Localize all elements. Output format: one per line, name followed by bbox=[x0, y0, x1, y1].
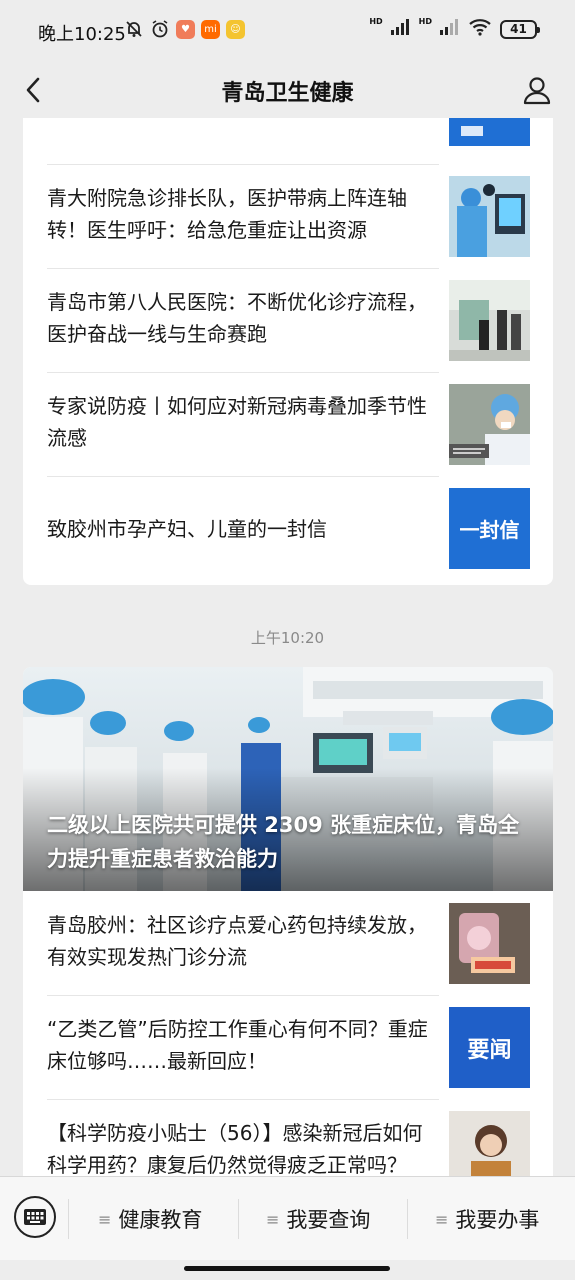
list-item[interactable]: 青岛胶州：社区诊疗点爱心药包持续发放，有效实现发热门诊分流 bbox=[47, 891, 532, 995]
list-item[interactable]: 青大附院急诊排长队，医护带病上阵连轴转！医生呼吁：给急危重症让出资源 bbox=[47, 164, 532, 268]
profile-button[interactable] bbox=[515, 68, 559, 112]
mascot-app-icon: ☺ bbox=[226, 19, 245, 39]
menu-health-education[interactable]: ≡ 健康教育 bbox=[98, 1199, 202, 1239]
article-title: 青大附院急诊排长队，医护带病上阵连轴转！医生呼吁：给急危重症让出资源 bbox=[47, 186, 407, 242]
status-bar: 晚上10:25 ♥ mi ☺ HD HD 41 bbox=[0, 0, 575, 62]
thumbnail bbox=[449, 280, 530, 361]
thumbnail-text: 要闻 bbox=[467, 1037, 512, 1063]
divider bbox=[47, 476, 439, 477]
divider bbox=[407, 1199, 408, 1239]
thumbnail bbox=[449, 384, 530, 465]
divider bbox=[47, 268, 439, 269]
thumbnail bbox=[449, 903, 530, 984]
article-title: 【科学防疫小贴士（56）】感染新冠后如何科学用药？康复后仍然觉得疲乏正常吗？ bbox=[47, 1121, 423, 1176]
hero-article[interactable]: 二级以上医院共可提供 2309 张重症床位，青岛全力提升重症患者救治能力 bbox=[23, 667, 553, 891]
list-item[interactable]: 致胶州市孕产妇、儿童的一封信 一封信 bbox=[47, 476, 532, 580]
article-title: “乙类乙管”后防控工作重心有何不同？重症床位够吗……最新回应！ bbox=[47, 1017, 428, 1073]
signal-icon bbox=[390, 19, 411, 39]
divider bbox=[47, 995, 439, 996]
divider bbox=[238, 1199, 239, 1239]
divider bbox=[47, 372, 439, 373]
signal-2-icon bbox=[440, 19, 460, 39]
article-title: 致胶州市孕产妇、儿童的一封信 bbox=[47, 517, 327, 541]
thumbnail bbox=[449, 1111, 530, 1176]
battery-indicator: 41 bbox=[500, 19, 540, 39]
status-notification-icons: ♥ mi ☺ bbox=[124, 19, 245, 39]
divider bbox=[68, 1199, 69, 1239]
hd-label-2: HD bbox=[418, 17, 432, 26]
list-item[interactable]: 【科学防疫小贴士（56）】感染新冠后如何科学用药？康复后仍然觉得疲乏正常吗？ bbox=[47, 1099, 532, 1176]
menu-lines-icon: ≡ bbox=[435, 1209, 449, 1229]
status-time: 晚上10:25 bbox=[38, 24, 126, 45]
thumbnail-text: 一封信 bbox=[459, 518, 520, 542]
bottom-menu-bar: ≡ 健康教育 ≡ 我要查询 ≡ 我要办事 bbox=[0, 1176, 575, 1260]
menu-lines-icon: ≡ bbox=[266, 1209, 280, 1229]
battery-level: 41 bbox=[510, 22, 527, 36]
thumbnail: 要闻 bbox=[449, 1007, 530, 1088]
menu-lines-icon: ≡ bbox=[98, 1209, 112, 1229]
menu-label: 健康教育 bbox=[118, 1208, 203, 1232]
bell-muted-icon bbox=[124, 19, 144, 39]
message-timestamp: 上午10:20 bbox=[250, 629, 325, 647]
user-icon bbox=[523, 77, 551, 105]
list-item[interactable]: “乙类乙管”后防控工作重心有何不同？重症床位够吗……最新回应！ 要闻 bbox=[47, 995, 532, 1099]
article-title: 专家说防疫丨如何应对新冠病毒叠加季节性流感 bbox=[47, 394, 427, 450]
divider bbox=[47, 1099, 439, 1100]
article-title: 青岛市第八人民医院：不断优化诊疗流程，医护奋战一线与生命赛跑 bbox=[47, 290, 427, 346]
list-item[interactable]: 专家说防疫丨如何应对新冠病毒叠加季节性流感 bbox=[47, 372, 532, 476]
menu-query[interactable]: ≡ 我要查询 bbox=[266, 1199, 370, 1239]
hd-label: HD bbox=[369, 17, 383, 26]
thumbnail: 一封信 bbox=[449, 488, 530, 569]
menu-label: 我要办事 bbox=[455, 1208, 540, 1232]
article-card: 青大附院急诊排长队，医护带病上阵连轴转！医生呼吁：给急危重症让出资源 青岛市第八… bbox=[23, 118, 553, 585]
alarm-icon bbox=[150, 19, 170, 39]
menu-label: 我要查询 bbox=[286, 1208, 371, 1232]
wifi-icon bbox=[468, 18, 492, 40]
article-title: 青岛胶州：社区诊疗点爱心药包持续发放，有效实现发热门诊分流 bbox=[47, 913, 427, 969]
page-title: 青岛卫生健康 bbox=[221, 81, 354, 106]
status-system-icons: HD HD 41 bbox=[369, 17, 540, 40]
list-item[interactable]: 青岛市第八人民医院：不断优化诊疗流程，医护奋战一线与生命赛跑 bbox=[47, 268, 532, 372]
keyboard-toggle-button[interactable] bbox=[14, 1196, 56, 1238]
mi-app-icon: mi bbox=[201, 19, 220, 39]
message-feed[interactable]: 青大附院急诊排长队，医护带病上阵连轴转！医生呼吁：给急危重症让出资源 青岛市第八… bbox=[0, 118, 575, 1176]
thumbnail bbox=[449, 176, 530, 257]
thumbnail[interactable] bbox=[449, 118, 530, 146]
home-indicator[interactable] bbox=[184, 1266, 390, 1271]
keyboard-icon bbox=[24, 1209, 46, 1225]
article-card: 二级以上医院共可提供 2309 张重症床位，青岛全力提升重症患者救治能力 青岛胶… bbox=[23, 667, 553, 1176]
menu-services[interactable]: ≡ 我要办事 bbox=[435, 1199, 539, 1239]
nav-bar: 青岛卫生健康 bbox=[0, 62, 575, 118]
health-app-icon: ♥ bbox=[176, 19, 195, 39]
hero-title: 二级以上医院共可提供 2309 张重症床位，青岛全力提升重症患者救治能力 bbox=[47, 813, 520, 871]
